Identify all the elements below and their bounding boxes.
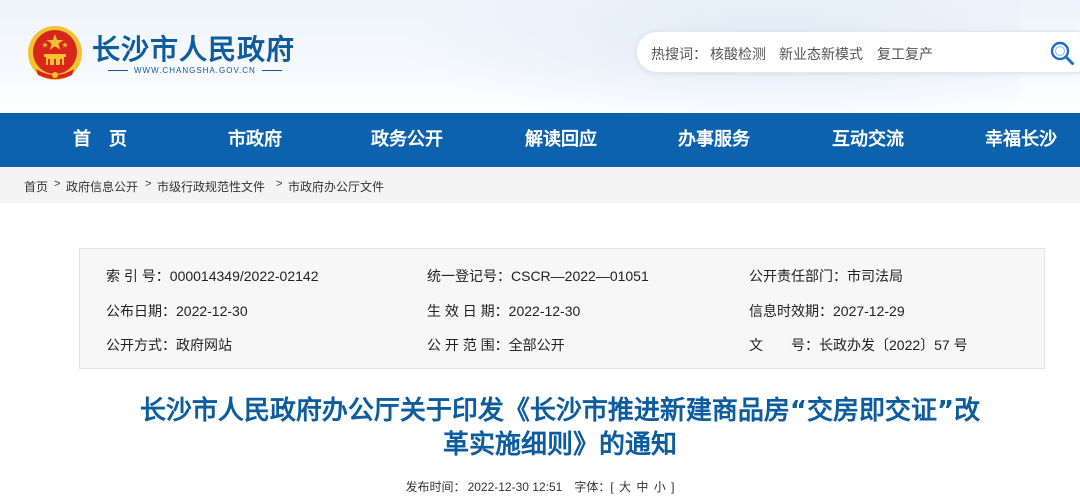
breadcrumb-link-office-docs[interactable]: 市政府办公厅文件 — [288, 178, 384, 195]
hot-word-link[interactable]: 新业态新模式 — [779, 44, 863, 64]
national-emblem-icon[interactable] — [26, 25, 84, 83]
breadcrumb-link-normative-docs[interactable]: 市级行政规范性文件 — [157, 178, 265, 195]
meta-unified-number: 统一登记号：CSCR—2022—01051 — [427, 268, 649, 284]
breadcrumb-separator: > — [276, 178, 283, 190]
nav-item-government-affairs[interactable]: 政务公开 — [357, 113, 457, 167]
divider — [261, 70, 282, 71]
search-box[interactable]: 热搜词： 核酸检测 新业态新模式 复工复产 — [636, 31, 1080, 73]
meta-publish-date: 公布日期：2022-12-30 — [106, 303, 248, 319]
font-size-large-button[interactable]: 大 — [619, 480, 631, 494]
meta-expiry-date: 信息时效期：2027-12-29 — [749, 303, 905, 319]
publish-time-label: 发布时间： — [405, 480, 466, 494]
meta-publish-method: 公开方式：政府网站 — [106, 337, 232, 353]
article-title-line: 革实施细则》的通知 — [442, 430, 677, 460]
publish-time: 2022-12-30 12:51 — [467, 480, 563, 494]
meta-responsible-dept: 公开责任部门：市司法局 — [749, 268, 903, 284]
breadcrumb-link-info-disclosure[interactable]: 政府信息公开 — [66, 178, 138, 195]
nav-item-city-government[interactable]: 市政府 — [205, 113, 305, 167]
divider — [108, 70, 128, 71]
nav-item-happy-changsha[interactable]: 幸福长沙 — [971, 113, 1071, 167]
breadcrumb-separator: > — [145, 178, 152, 190]
hot-word-link[interactable]: 复工复产 — [877, 44, 933, 64]
main-nav: 首 页 市政府 政务公开 解读回应 办事服务 互动交流 幸福长沙 — [0, 113, 1080, 167]
nav-item-services[interactable]: 办事服务 — [664, 113, 764, 167]
nav-item-home[interactable]: 首 页 — [50, 113, 150, 167]
breadcrumb-separator: > — [54, 178, 61, 190]
font-size-small-button[interactable]: 小 — [654, 480, 666, 494]
nav-item-interpretation[interactable]: 解读回应 — [511, 113, 611, 167]
meta-document-number-value: 长政办发〔2022〕57 号 — [819, 337, 968, 353]
site-url: WWW.CHANGSHA.GOV.CN — [134, 66, 256, 75]
nav-item-interaction[interactable]: 互动交流 — [818, 113, 918, 167]
site-header: 长沙市人民政府 WWW.CHANGSHA.GOV.CN 热搜词： 核酸检测 新业… — [0, 0, 1080, 113]
site-title[interactable]: 长沙市人民政府 — [92, 28, 295, 68]
breadcrumb-link-home[interactable]: 首页 — [24, 178, 48, 195]
hot-search-label: 热搜词： — [651, 46, 707, 62]
meta-publish-scope: 公 开 范 围：全部公开 — [427, 337, 565, 353]
article-title: 长沙市人民政府办公厅关于印发《长沙市推进新建商品房“交房即交证”改 革实施细则》… — [70, 394, 1050, 462]
font-size-medium-button[interactable]: 中 — [636, 480, 648, 494]
font-size-close-bracket: ] — [671, 480, 675, 494]
meta-document-number: 文 号：长政办发〔2022〕57 号 — [749, 335, 968, 355]
meta-document-number-label: 文 号： — [749, 337, 819, 353]
search-icon[interactable] — [1049, 40, 1075, 66]
publish-info: 发布时间： 2022-12-30 12:51 字体：[ 大 中 小 ] — [0, 478, 1080, 495]
font-size-label: 字体：[ — [574, 480, 614, 494]
meta-effective-date: 生 效 日 期：2022-12-30 — [427, 303, 581, 319]
breadcrumb: 首页 > 政府信息公开 > 市级行政规范性文件 > 市政府办公厅文件 — [0, 167, 1080, 203]
meta-index-number: 索 引 号：000014349/2022-02142 — [106, 268, 319, 284]
site-url-row: WWW.CHANGSHA.GOV.CN — [108, 66, 282, 75]
document-meta-table: 索 引 号：000014349/2022-02142 统一登记号：CSCR—20… — [79, 248, 1045, 369]
hot-word-link[interactable]: 核酸检测 — [710, 44, 766, 64]
article-title-line: 长沙市人民政府办公厅关于印发《长沙市推进新建商品房“交房即交证”改 — [139, 396, 981, 426]
